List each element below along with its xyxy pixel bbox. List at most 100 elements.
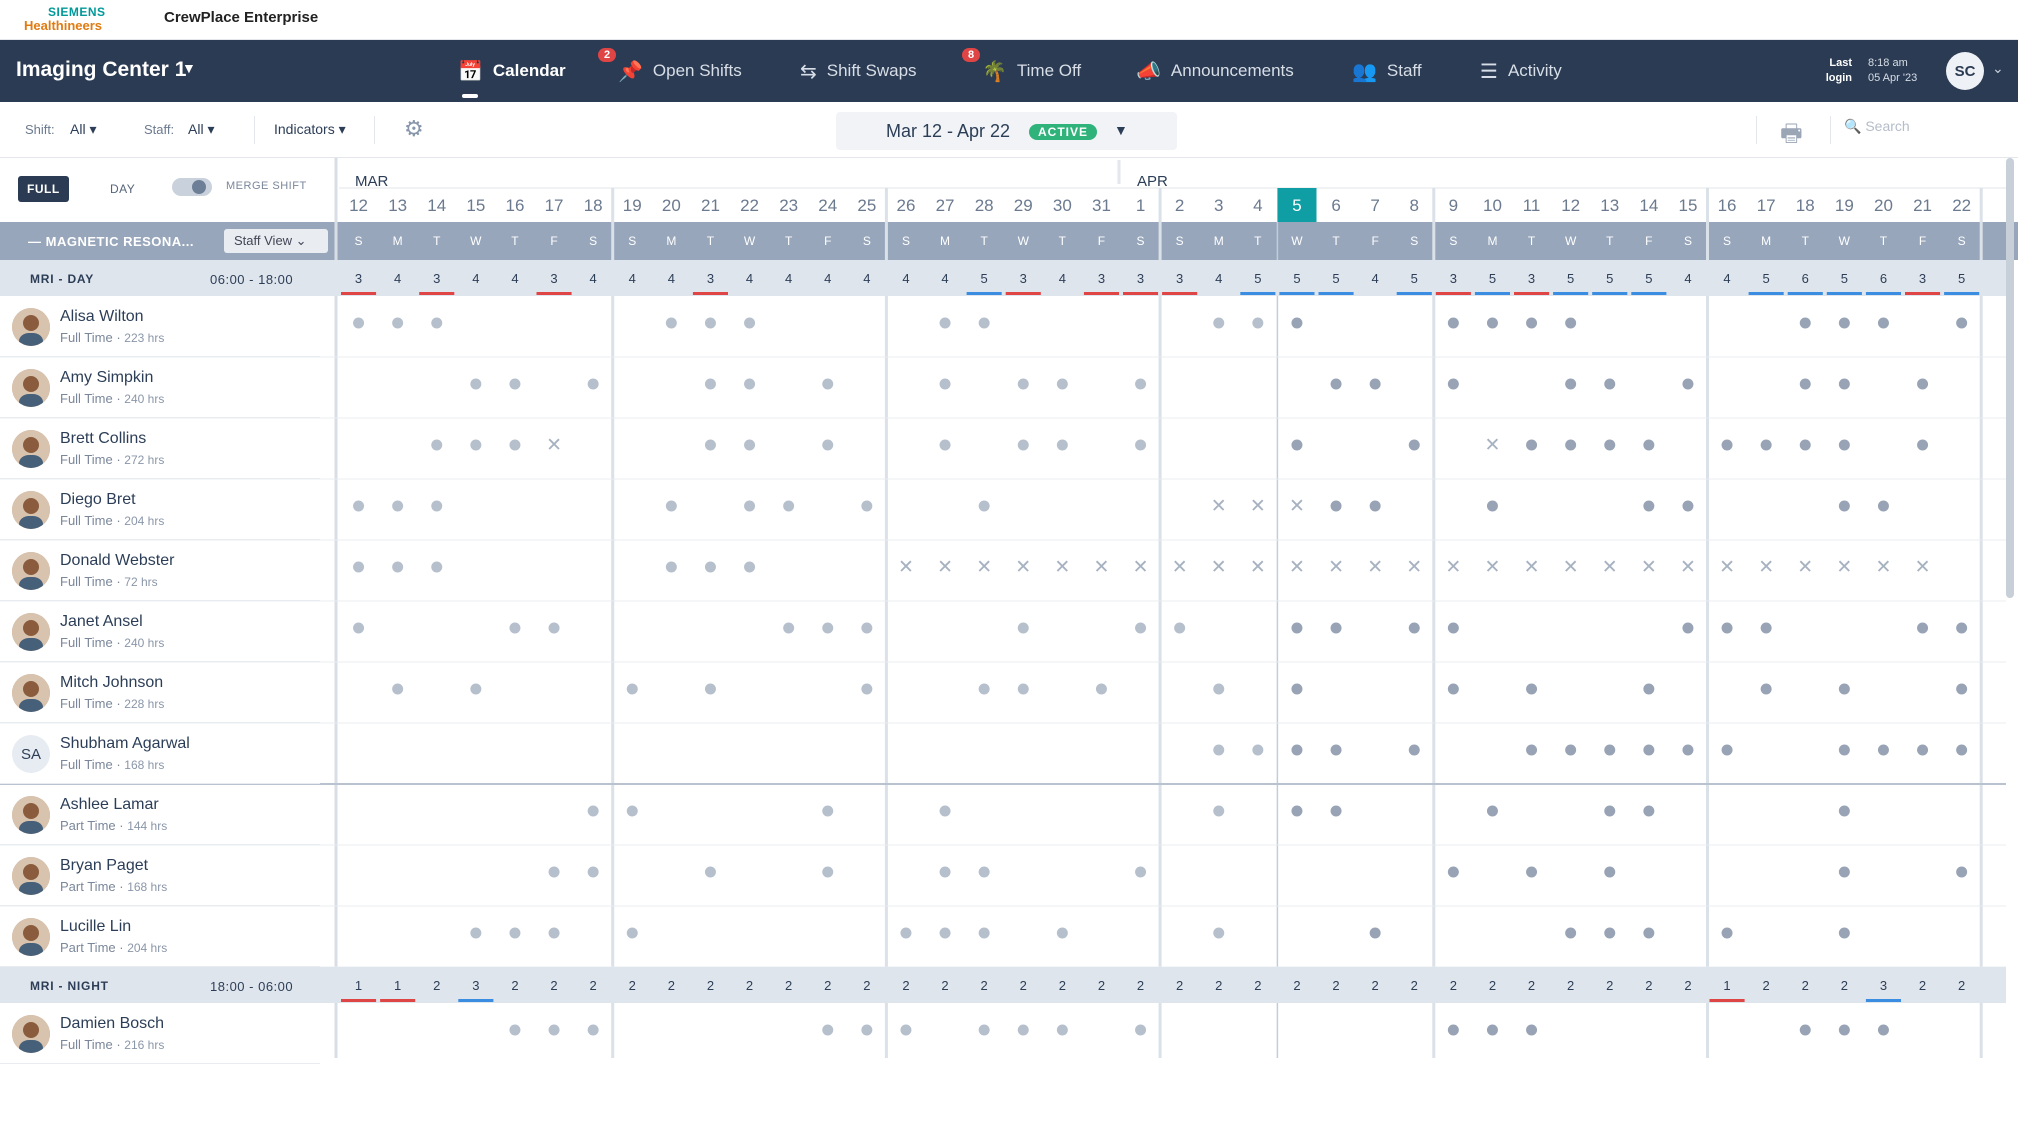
chevron-down-icon[interactable]: ▼ bbox=[1114, 122, 1128, 138]
nav-shift-swaps[interactable]: ⇆ Shift Swaps bbox=[800, 40, 917, 102]
coverage-count: 2 bbox=[550, 978, 557, 993]
shift-dot bbox=[1760, 622, 1772, 634]
shift-dot bbox=[704, 378, 716, 390]
staff-row[interactable]: Ashlee Lamar Part Time · 144 hrs bbox=[0, 784, 320, 845]
coverage-count: 3 bbox=[472, 978, 479, 993]
coverage-count: 1 bbox=[1723, 978, 1730, 993]
coverage-count: 3 bbox=[355, 271, 362, 286]
time-off-badge: 8 bbox=[962, 48, 981, 62]
day-number: 27 bbox=[936, 196, 955, 215]
top-bar: SIEMENS Healthineers CrewPlace Enterpris… bbox=[0, 0, 2018, 40]
shift-dot bbox=[509, 378, 521, 390]
nav-time-off[interactable]: 8 🌴 Time Off bbox=[962, 40, 1081, 102]
shift-dot bbox=[1213, 927, 1225, 939]
location-selector[interactable]: Imaging Center 1 bbox=[16, 58, 186, 82]
day-number: 5 bbox=[1292, 196, 1301, 215]
coverage-count: 2 bbox=[1841, 978, 1848, 993]
fully-staffed-indicator bbox=[1279, 292, 1315, 295]
shift-dot bbox=[1682, 744, 1694, 756]
shift-dot bbox=[1643, 500, 1655, 512]
staff-name: Brett Collins bbox=[60, 430, 147, 447]
shift-dot bbox=[1056, 927, 1068, 939]
staff-row[interactable]: Bryan Paget Part Time · 168 hrs bbox=[0, 845, 320, 906]
fully-staffed-indicator bbox=[1318, 292, 1354, 295]
shift-filter[interactable]: All ▾ bbox=[70, 121, 96, 138]
shift-dot bbox=[822, 1024, 834, 1036]
day-number: 3 bbox=[1214, 196, 1223, 215]
chevron-down-icon[interactable]: ▼ bbox=[182, 60, 196, 76]
shift-dot bbox=[1721, 439, 1733, 451]
coverage-count: 4 bbox=[746, 271, 753, 286]
pin-icon: 📌 bbox=[618, 60, 643, 83]
nav-announcements[interactable]: 📣 Announcements bbox=[1136, 40, 1294, 102]
shift-dot bbox=[1213, 317, 1225, 329]
coverage-count: 2 bbox=[511, 978, 518, 993]
shift-dot bbox=[1291, 439, 1303, 451]
weekday-letter: T bbox=[1606, 234, 1614, 248]
nav-staff[interactable]: 👥 Staff bbox=[1352, 40, 1422, 102]
shift-dot bbox=[939, 378, 951, 390]
staff-row[interactable]: Brett Collins Full Time · 272 hrs bbox=[0, 418, 320, 479]
shift-dot bbox=[1565, 439, 1577, 451]
staff-row[interactable]: Mitch Johnson Full Time · 228 hrs bbox=[0, 662, 320, 723]
shift-dot bbox=[1956, 683, 1968, 695]
day-number: 25 bbox=[857, 196, 876, 215]
coverage-count: 2 bbox=[1098, 978, 1105, 993]
day-number: 17 bbox=[545, 196, 564, 215]
indicators-dropdown[interactable]: Indicators ▾ bbox=[274, 121, 346, 138]
staff-name: Donald Webster bbox=[60, 552, 175, 569]
coverage-count: 2 bbox=[707, 978, 714, 993]
weekday-letter: M bbox=[1214, 234, 1224, 248]
time-off-mark: ✕ bbox=[1133, 556, 1149, 578]
day-number: 11 bbox=[1523, 196, 1541, 215]
list-icon: ☰ bbox=[1480, 60, 1498, 83]
staff-row[interactable]: Donald Webster Full Time · 72 hrs bbox=[0, 540, 320, 601]
nav-open-shifts[interactable]: 2 📌 Open Shifts bbox=[598, 40, 742, 102]
time-off-mark: ✕ bbox=[1172, 556, 1188, 578]
weekday-letter: S bbox=[589, 234, 597, 248]
time-off-mark: ✕ bbox=[1328, 556, 1344, 578]
search-input[interactable]: 🔍 Search bbox=[1844, 118, 1910, 135]
date-range-selector[interactable]: Mar 12 - Apr 22 ACTIVE ▼ bbox=[836, 112, 1177, 150]
shift-dot bbox=[1682, 500, 1694, 512]
staff-row[interactable]: SA Shubham Agarwal Full Time · 168 hrs bbox=[0, 723, 320, 784]
staff-row[interactable]: Diego Bret Full Time · 204 hrs bbox=[0, 479, 320, 540]
avatar bbox=[12, 918, 50, 956]
user-avatar[interactable]: SC bbox=[1946, 52, 1984, 90]
shift-dot bbox=[1330, 500, 1342, 512]
chevron-down-icon[interactable]: ⌄ bbox=[1992, 60, 2004, 77]
vertical-scrollbar[interactable] bbox=[2006, 158, 2014, 598]
staff-row[interactable]: Lucille Lin Part Time · 204 hrs bbox=[0, 906, 320, 967]
staff-filter[interactable]: All ▾ bbox=[188, 121, 214, 138]
shift-dot bbox=[1095, 683, 1107, 695]
staff-row[interactable]: Alisa Wilton Full Time · 223 hrs bbox=[0, 296, 320, 357]
shift-dot bbox=[1017, 683, 1029, 695]
gear-icon[interactable]: ⚙ bbox=[404, 116, 424, 142]
day-number: 6 bbox=[1331, 196, 1340, 215]
megaphone-icon: 📣 bbox=[1136, 60, 1161, 83]
shift-dot bbox=[861, 683, 873, 695]
shift-dot bbox=[1838, 1024, 1850, 1036]
print-icon[interactable]: 🖶 bbox=[1780, 116, 1803, 157]
staff-row[interactable]: Damien Bosch Full Time · 216 hrs bbox=[0, 1003, 320, 1064]
weekday-letter: F bbox=[1919, 234, 1926, 248]
fully-staffed-indicator bbox=[1592, 292, 1628, 295]
staff-meta: Part Time · 204 hrs bbox=[60, 940, 168, 955]
shift-dot bbox=[1447, 866, 1459, 878]
swap-icon: ⇆ bbox=[800, 60, 817, 83]
coverage-count: 3 bbox=[1919, 271, 1926, 286]
coverage-count: 3 bbox=[1450, 271, 1457, 286]
avatar bbox=[12, 796, 50, 834]
time-off-mark: ✕ bbox=[546, 434, 562, 456]
day-number: 14 bbox=[1639, 196, 1658, 215]
nav-calendar[interactable]: 📅 Calendar bbox=[458, 40, 566, 102]
nav-activity[interactable]: ☰ Activity bbox=[1480, 40, 1562, 102]
shift-dot bbox=[1799, 439, 1811, 451]
shift-dot bbox=[587, 805, 599, 817]
staff-row[interactable]: Janet Ansel Full Time · 240 hrs bbox=[0, 601, 320, 662]
shift-dot bbox=[1956, 744, 1968, 756]
time-off-mark: ✕ bbox=[1484, 556, 1500, 578]
staff-row[interactable]: Amy Simpkin Full Time · 240 hrs bbox=[0, 357, 320, 418]
staff-name: Damien Bosch bbox=[60, 1015, 165, 1032]
shift-dot bbox=[822, 622, 834, 634]
